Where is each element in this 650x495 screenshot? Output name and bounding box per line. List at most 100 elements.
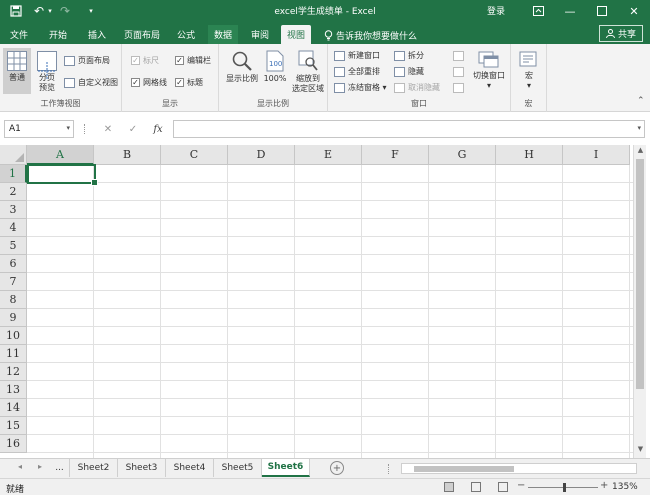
ribbon-display-options-button[interactable] [526, 2, 550, 20]
collapse-ribbon-icon[interactable]: ⌃ [637, 96, 645, 106]
tab-data[interactable]: 数据 [208, 25, 239, 44]
zoom-level[interactable]: 135% [612, 482, 638, 492]
row-header-1[interactable]: 1 [0, 165, 27, 183]
tab-split-handle[interactable] [388, 464, 391, 474]
gridlines-checkbox[interactable]: ✓ 网格线 [131, 76, 167, 89]
scroll-down-icon[interactable]: ▼ [634, 445, 647, 457]
worksheet-grid[interactable]: A B C D E F G H I 1 2 3 4 5 6 7 8 9 10 11 12 13 14 15 16 [0, 145, 650, 458]
tab-file[interactable]: 文件 [4, 25, 34, 44]
formula-bar-splitter[interactable] [84, 124, 87, 134]
row-header-7[interactable]: 7 [0, 273, 27, 291]
synchronous-scrolling-icon[interactable] [453, 67, 464, 77]
freeze-panes-button[interactable]: 冻结窗格 ▾ [334, 81, 387, 94]
share-button[interactable]: 共享 [599, 25, 643, 42]
insert-function-icon[interactable]: fx [150, 121, 166, 137]
row-header-14[interactable]: 14 [0, 399, 27, 417]
row-header-12[interactable]: 12 [0, 363, 27, 381]
redo-icon[interactable]: ↷ [58, 3, 72, 19]
row-header-4[interactable]: 4 [0, 219, 27, 237]
column-header-c[interactable]: C [161, 145, 228, 165]
row-header-11[interactable]: 11 [0, 345, 27, 363]
unhide-button[interactable]: 取消隐藏 [394, 81, 440, 94]
sheet-tab-sheet6[interactable]: Sheet6 [262, 459, 310, 477]
row-header-2[interactable]: 2 [0, 183, 27, 201]
zoom-out-button[interactable]: − [517, 480, 525, 491]
reset-window-position-icon[interactable] [453, 83, 464, 93]
sheet-tab-sheet5[interactable]: Sheet5 [214, 459, 262, 477]
arrange-all-button[interactable]: 全部重排 [334, 65, 380, 78]
customize-quick-access-icon[interactable]: ▾ [86, 3, 96, 19]
row-header-16[interactable]: 16 [0, 435, 27, 453]
page-break-preview-button[interactable]: 分页 预览 [33, 51, 61, 93]
scroll-up-icon[interactable]: ▲ [634, 146, 647, 158]
sheet-tab-sheet4[interactable]: Sheet4 [166, 459, 214, 477]
row-header-5[interactable]: 5 [0, 237, 27, 255]
formula-input[interactable]: ▾ [173, 120, 645, 138]
row-header-8[interactable]: 8 [0, 291, 27, 309]
zoom-in-button[interactable]: + [600, 480, 608, 491]
sheet-tab-sheet2[interactable]: Sheet2 [70, 459, 118, 477]
sheet-nav-prev-icon[interactable]: ◂ [18, 462, 22, 471]
zoom-slider-thumb[interactable] [563, 483, 566, 492]
page-layout-view-button[interactable]: 页面布局 [64, 54, 110, 67]
undo-dropdown-icon[interactable]: ▾ [46, 3, 54, 19]
sheet-tab-sheet3[interactable]: Sheet3 [118, 459, 166, 477]
row-header-9[interactable]: 9 [0, 309, 27, 327]
active-cell-a1[interactable] [27, 164, 98, 186]
row-header-15[interactable]: 15 [0, 417, 27, 435]
split-button[interactable]: 拆分 [394, 49, 424, 62]
hide-button[interactable]: 隐藏 [394, 65, 424, 78]
row-header-3[interactable]: 3 [0, 201, 27, 219]
custom-views-button[interactable]: 自定义视图 [64, 76, 118, 89]
normal-view-status-icon[interactable] [444, 482, 454, 492]
name-box[interactable]: A1 ▾ [4, 120, 74, 138]
sheet-tab-more[interactable]: ... [50, 459, 70, 477]
tab-view[interactable]: 视图 [281, 25, 312, 44]
normal-view-button[interactable]: 普通 [3, 48, 31, 94]
column-header-d[interactable]: D [228, 145, 295, 165]
vertical-scroll-thumb[interactable] [636, 159, 644, 389]
headings-checkbox[interactable]: ✓ 标题 [175, 76, 203, 89]
switch-windows-button[interactable]: 切换窗口 ▾ [470, 51, 508, 91]
save-icon[interactable] [8, 3, 24, 19]
zoom-100-button[interactable]: 100 100% [261, 50, 289, 84]
tab-formulas[interactable]: 公式 [171, 25, 201, 44]
tab-home[interactable]: 开始 [43, 25, 73, 44]
horizontal-scrollbar[interactable] [401, 463, 637, 474]
macros-button[interactable]: 宏 ▾ [517, 51, 541, 91]
new-sheet-button[interactable]: + [330, 461, 344, 475]
row-header-6[interactable]: 6 [0, 255, 27, 273]
page-layout-status-icon[interactable] [471, 482, 481, 492]
row-header-13[interactable]: 13 [0, 381, 27, 399]
page-break-status-icon[interactable] [498, 482, 508, 492]
undo-icon[interactable]: ↶ [32, 3, 46, 19]
enter-entry-icon[interactable]: ✓ [125, 121, 141, 137]
column-header-g[interactable]: G [429, 145, 496, 165]
column-header-a[interactable]: A [27, 145, 94, 165]
select-all-button[interactable] [0, 145, 27, 165]
formula-bar-checkbox[interactable]: ✓ 编辑栏 [175, 54, 211, 67]
column-header-e[interactable]: E [295, 145, 362, 165]
tab-review[interactable]: 审阅 [245, 25, 275, 44]
sheet-nav-next-icon[interactable]: ▸ [38, 462, 42, 471]
column-header-i[interactable]: I [563, 145, 630, 165]
new-window-button[interactable]: 新建窗口 [334, 49, 380, 62]
expand-formula-bar-icon[interactable]: ▾ [637, 124, 641, 132]
column-header-b[interactable]: B [94, 145, 161, 165]
tab-insert[interactable]: 插入 [82, 25, 112, 44]
ruler-checkbox[interactable]: ✓ 标尺 [131, 54, 159, 67]
column-header-f[interactable]: F [362, 145, 429, 165]
login-link[interactable]: 登录 [487, 4, 505, 17]
minimize-button[interactable]: — [558, 2, 582, 20]
cancel-entry-icon[interactable]: ✕ [100, 121, 116, 137]
horizontal-scroll-thumb[interactable] [414, 466, 514, 472]
row-header-10[interactable]: 10 [0, 327, 27, 345]
tab-page-layout[interactable]: 页面布局 [118, 25, 166, 44]
view-side-by-side-icon[interactable] [453, 51, 464, 61]
vertical-scrollbar[interactable]: ▲ ▼ [633, 145, 646, 458]
tell-me-search[interactable]: 告诉我你想要做什么 [324, 29, 417, 42]
maximize-button[interactable] [590, 2, 614, 20]
zoom-button[interactable]: 显示比例 [224, 50, 260, 84]
zoom-to-selection-button[interactable]: 缩放到 选定区域 [290, 50, 326, 94]
close-button[interactable]: ✕ [622, 2, 646, 20]
